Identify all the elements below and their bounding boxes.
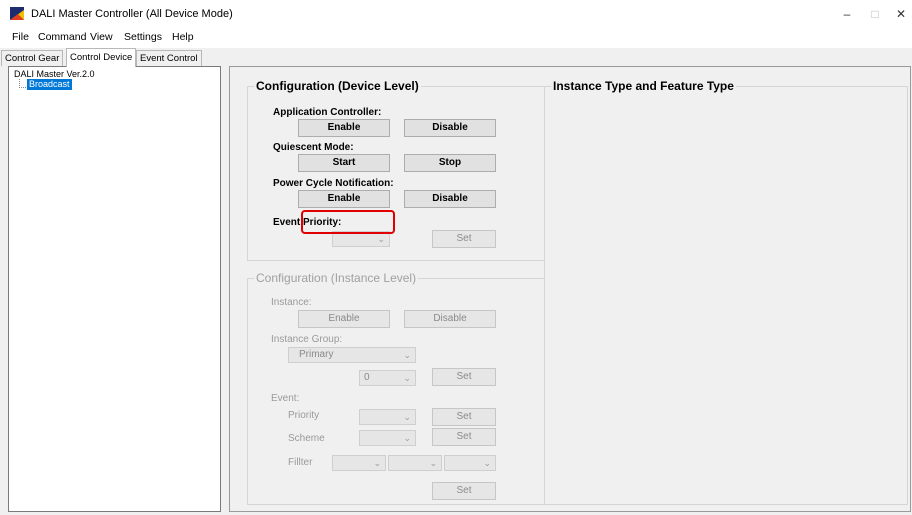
tab-control-device[interactable]: Control Device bbox=[66, 48, 137, 67]
quiescent-stop-button[interactable]: Stop bbox=[404, 154, 496, 172]
chevron-down-icon: ⌄ bbox=[403, 412, 411, 422]
chevron-down-icon: ⌄ bbox=[373, 458, 381, 468]
instance-group-number-value: 0 bbox=[364, 372, 370, 383]
instance-disable-button[interactable]: Disable bbox=[404, 310, 496, 328]
quiescent-mode-label: Quiescent Mode: bbox=[273, 142, 354, 153]
priority-label: Priority bbox=[288, 410, 320, 421]
app-logo-icon bbox=[10, 7, 24, 20]
priority-dropdown[interactable]: ⌄ bbox=[359, 409, 416, 425]
instance-group-label: Instance Group: bbox=[271, 334, 343, 345]
chevron-down-icon: ⌄ bbox=[377, 234, 385, 244]
instance-group-value: Primary bbox=[299, 349, 334, 360]
tab-event-control[interactable]: Event Control bbox=[136, 50, 202, 66]
tab-control-gear[interactable]: Control Gear bbox=[1, 50, 64, 66]
title-bar: DALI Master Controller (All Device Mode)… bbox=[0, 0, 912, 28]
event-priority-set-button[interactable]: Set bbox=[432, 230, 496, 248]
menu-settings[interactable]: Settings bbox=[124, 31, 162, 43]
window-title: DALI Master Controller (All Device Mode) bbox=[31, 8, 233, 20]
app-controller-enable-button[interactable]: Enable bbox=[298, 119, 390, 137]
instance-enable-button[interactable]: Enable bbox=[298, 310, 390, 328]
app-controller-disable-button[interactable]: Disable bbox=[404, 119, 496, 137]
chevron-down-icon: ⌄ bbox=[483, 458, 491, 468]
chevron-down-icon: ⌄ bbox=[403, 373, 411, 383]
menu-view[interactable]: View bbox=[90, 31, 113, 43]
filter-dropdown-3[interactable]: ⌄ bbox=[444, 455, 496, 471]
power-cycle-label: Power Cycle Notification: bbox=[273, 178, 394, 189]
close-icon[interactable]: ✕ bbox=[886, 4, 912, 24]
instance-level-legend: Configuration (Instance Level) bbox=[256, 271, 417, 285]
menu-file[interactable]: File bbox=[12, 31, 29, 43]
event-label: Event: bbox=[271, 393, 300, 404]
filter-label: Fillter bbox=[288, 457, 313, 468]
power-cycle-disable-button[interactable]: Disable bbox=[404, 190, 496, 208]
scheme-label: Scheme bbox=[288, 433, 325, 444]
instance-type-legend: Instance Type and Feature Type bbox=[553, 79, 734, 93]
power-cycle-enable-button[interactable]: Enable bbox=[298, 190, 390, 208]
chevron-down-icon: ⌄ bbox=[403, 350, 411, 360]
filter-set-button[interactable]: Set bbox=[432, 482, 496, 500]
instance-type-group: Instance Type and Feature Type bbox=[544, 79, 908, 505]
tree-connector bbox=[19, 79, 26, 88]
scheme-dropdown[interactable]: ⌄ bbox=[359, 430, 416, 446]
instance-label: Instance: bbox=[271, 297, 312, 308]
device-level-legend: Configuration (Device Level) bbox=[256, 79, 419, 93]
menu-bar: File Command View Settings Help bbox=[0, 28, 912, 48]
tree-root-item[interactable]: DALI Master Ver.2.0 bbox=[14, 69, 95, 79]
device-tree[interactable]: DALI Master Ver.2.0 Broadcast bbox=[8, 66, 221, 512]
instance-group-number-dropdown[interactable]: 0 ⌄ bbox=[359, 370, 416, 386]
app-controller-label: Application Controller: bbox=[273, 107, 382, 118]
chevron-down-icon: ⌄ bbox=[403, 433, 411, 443]
scheme-set-button[interactable]: Set bbox=[432, 428, 496, 446]
priority-set-button[interactable]: Set bbox=[432, 408, 496, 426]
tree-item-broadcast[interactable]: Broadcast bbox=[27, 79, 72, 90]
highlight-box bbox=[301, 210, 395, 234]
chevron-down-icon: ⌄ bbox=[429, 458, 437, 468]
minimize-icon[interactable]: – bbox=[832, 4, 862, 24]
filter-dropdown-1[interactable]: ⌄ bbox=[332, 455, 386, 471]
instance-group-dropdown[interactable]: Primary ⌄ bbox=[288, 347, 416, 363]
instance-group-set-button[interactable]: Set bbox=[432, 368, 496, 386]
filter-dropdown-2[interactable]: ⌄ bbox=[388, 455, 442, 471]
quiescent-start-button[interactable]: Start bbox=[298, 154, 390, 172]
menu-help[interactable]: Help bbox=[172, 31, 194, 43]
menu-command[interactable]: Command bbox=[38, 31, 86, 43]
